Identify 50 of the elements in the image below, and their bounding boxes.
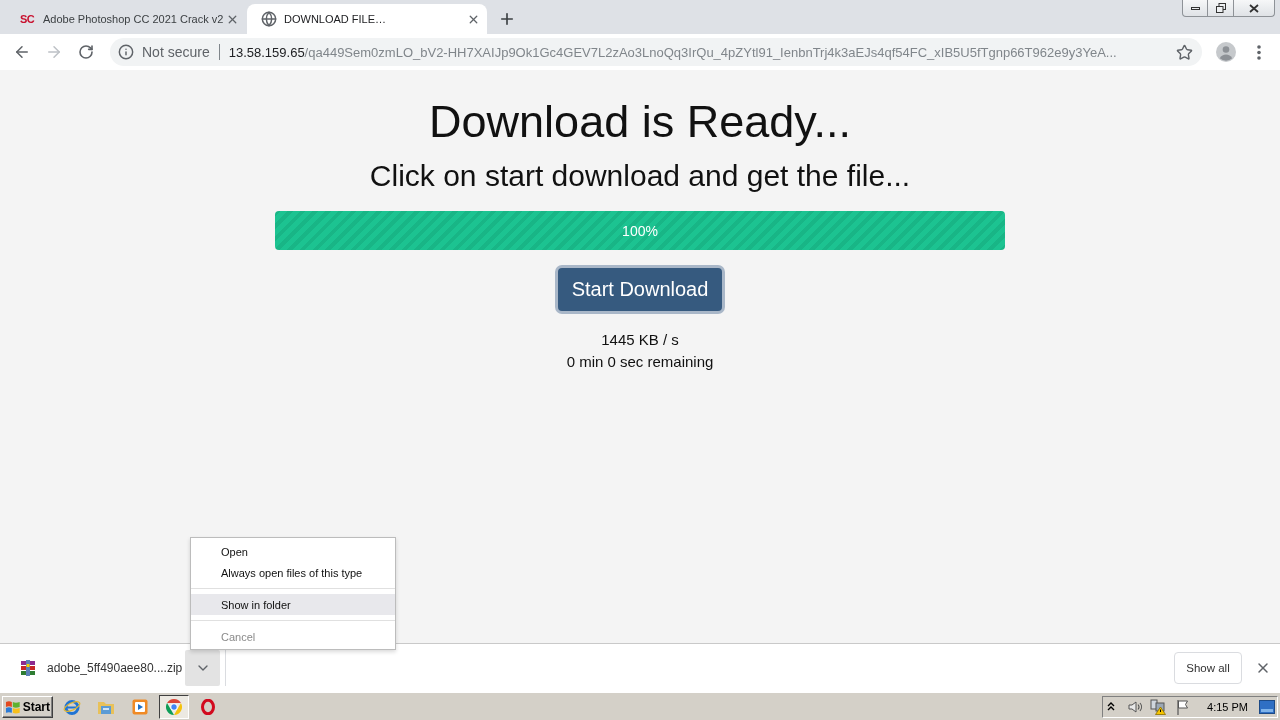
start-button[interactable]: Start — [2, 695, 53, 718]
globe-icon — [261, 11, 277, 27]
browser-tab[interactable]: DOWNLOAD FILE… — [247, 4, 487, 34]
taskbar-app-button[interactable] — [159, 694, 189, 719]
archive-icon — [20, 660, 36, 676]
close-shelf-button[interactable] — [1255, 660, 1271, 676]
forward-arrow-icon — [45, 43, 63, 61]
circle-logo-icon — [166, 698, 182, 715]
security-label: Not secure — [142, 44, 210, 60]
flag-logo-icon — [5, 699, 21, 714]
menu-item[interactable]: Open — [191, 541, 395, 562]
ring-logo-icon — [201, 698, 215, 715]
close-icon — [1249, 3, 1259, 13]
desktop-icon — [1259, 699, 1275, 714]
address-bar[interactable]: Not secure 13.58.159.65/qa449Sem0zmLO_bV2-HH7XAIJp9Ok1Gc4GEV7L2zAo3LnoQq3IrQu_4pZYtl91_IenbnTrj4k3aEJs4qf54FC_xIB5U5fTgnp66T962e9y3YeA... — [110, 38, 1202, 66]
tray-expand-button[interactable] — [1107, 702, 1116, 711]
avatar-icon — [1216, 42, 1236, 62]
restore-icon — [1215, 3, 1226, 13]
start-label: Start — [22, 699, 50, 714]
browser-tab[interactable]: SC Adobe Photoshop CC 2021 Crack v2 — [6, 4, 246, 34]
tab-title: DOWNLOAD FILE… — [284, 13, 388, 25]
tab-title: Adobe Photoshop CC 2021 Crack v2 — [43, 13, 224, 25]
menu-icon — [1257, 44, 1261, 60]
play-icon — [132, 698, 148, 715]
url-text: 13.58.159.65/qa449Sem0zmLO_bV2-HH7XAIJp9Ok1Gc4GEV7L2zAo3LnoQq3IrQu_4pZYtl91_IenbnTrj4k3aEJs4qf54FC_xIB5U5fTgnp66T962e9y3YeA... — [228, 44, 1117, 60]
minimize-icon — [1190, 6, 1200, 10]
chevrons-up-icon — [1107, 702, 1116, 711]
close-icon — [1255, 660, 1271, 676]
volume-button[interactable] — [1127, 698, 1144, 715]
star-icon — [1175, 43, 1193, 61]
page-heading: Download is Ready... — [429, 95, 851, 148]
browser-icon — [63, 697, 81, 716]
show-all-button[interactable]: Show all — [1174, 652, 1242, 684]
download-speed: 1445 KB / s — [601, 330, 679, 350]
show-desktop-button[interactable] — [1259, 699, 1275, 714]
info-icon — [118, 44, 134, 60]
start-download-button[interactable]: Start Download — [555, 265, 725, 314]
menu-item[interactable]: Show in folder — [191, 594, 395, 615]
time-remaining: 0 min 0 sec remaining — [566, 352, 714, 372]
page-subheading: Click on start download and get the file... — [369, 159, 911, 193]
favicon-label: SC — [20, 13, 36, 25]
network-warning-icon — [1150, 698, 1167, 715]
reload-icon — [78, 44, 94, 60]
network-button[interactable] — [1150, 698, 1167, 715]
menu-item[interactable]: Always open files of this type — [191, 562, 395, 583]
download-file-name[interactable]: adobe_5ff490aee80....zip — [47, 661, 183, 675]
plus-icon — [498, 10, 516, 28]
progress-label: 100% — [622, 222, 658, 239]
speaker-icon — [1127, 698, 1144, 715]
clock-time: 4:15 PM — [1207, 700, 1248, 713]
